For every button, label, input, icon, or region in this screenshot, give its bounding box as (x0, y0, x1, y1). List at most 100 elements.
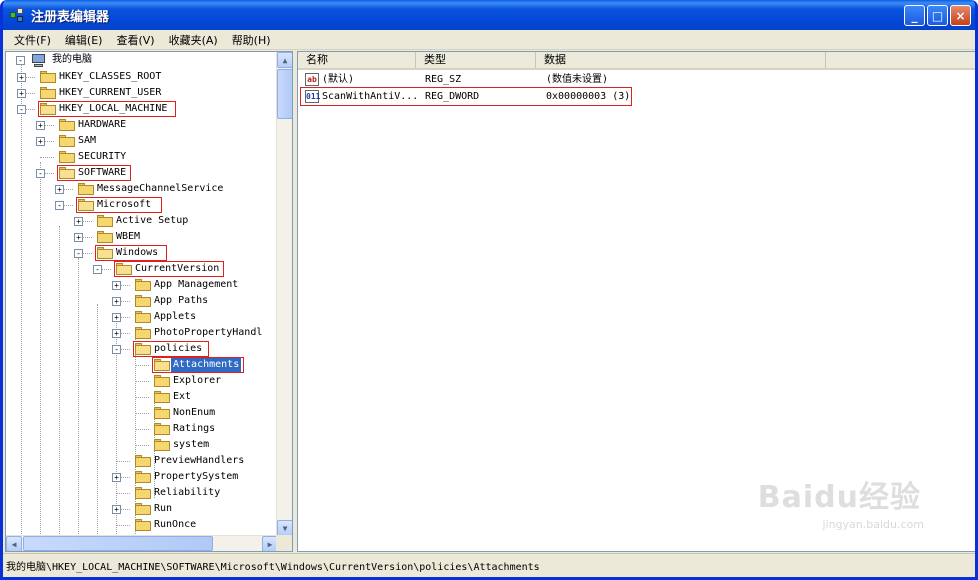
menu-edit[interactable]: 编辑(E) (58, 32, 110, 48)
title-bar[interactable]: 注册表编辑器 _ □ × (3, 0, 975, 30)
tree-node-label[interactable]: HARDWARE (76, 118, 128, 132)
tree-node-label[interactable]: Ratings (171, 422, 217, 436)
folder-icon (154, 375, 170, 387)
tree-highlight-box (38, 101, 176, 117)
expand-icon[interactable]: + (74, 217, 83, 226)
expand-icon[interactable]: + (55, 185, 64, 194)
expand-icon[interactable]: + (112, 505, 121, 514)
value-name: (默认) (322, 74, 355, 85)
expand-icon[interactable]: + (17, 73, 26, 82)
menu-favorites[interactable]: 收藏夹(A) (162, 32, 225, 48)
key-tree-pane[interactable]: - 我的电脑 + HKEY_CLASSES_ROOT + HKEY_CURRENT_U… (5, 51, 293, 552)
tree-root-label[interactable]: 我的电脑 (50, 53, 94, 67)
expand-icon[interactable]: + (36, 121, 45, 130)
value-row[interactable]: ab (默认) REG_SZ (数值未设置) (298, 72, 975, 88)
tree-node-label[interactable]: system (171, 438, 211, 452)
scroll-thumb[interactable] (277, 69, 292, 119)
tree-node-label[interactable]: PhotoPropertyHandl (152, 326, 264, 340)
tree-node-label[interactable]: SAM (76, 134, 98, 148)
tree-node-label[interactable]: PreviewHandlers (152, 454, 246, 468)
menu-view[interactable]: 查看(V) (109, 32, 161, 48)
collapse-icon[interactable]: - (36, 169, 45, 178)
tree-guide-line (59, 226, 60, 534)
tree-node-label[interactable]: NonEnum (171, 406, 217, 420)
collapse-icon[interactable]: - (55, 201, 64, 210)
tree-guide-line (78, 258, 79, 534)
menu-file[interactable]: 文件(F) (7, 32, 58, 48)
folder-icon (135, 503, 151, 515)
column-data[interactable]: 数据 (536, 52, 826, 68)
tree-vertical-scrollbar[interactable]: ▲ ▼ (276, 52, 292, 536)
value-row[interactable]: 011 ScanWithAntiV... REG_DWORD 0x0000000… (298, 87, 975, 106)
folder-icon (135, 311, 151, 323)
tree-node-label[interactable]: WBEM (114, 230, 142, 244)
folder-icon (97, 231, 113, 243)
status-path: 我的电脑\HKEY_LOCAL_MACHINE\SOFTWARE\Microso… (6, 562, 540, 573)
hscroll-thumb[interactable] (23, 536, 213, 551)
folder-icon (135, 471, 151, 483)
tree-guide-line (21, 64, 22, 534)
tree-node-label[interactable]: HKEY_CURRENT_USER (57, 86, 163, 100)
tree-node-label[interactable]: Explorer (171, 374, 223, 388)
expand-icon[interactable]: + (74, 233, 83, 242)
column-type[interactable]: 类型 (416, 52, 536, 68)
tree-node-label[interactable]: App Paths (152, 294, 210, 308)
tree-highlight-box (152, 357, 244, 373)
list-header: 名称 类型 数据 (298, 52, 975, 70)
value-highlight-box (300, 87, 632, 106)
folder-icon (97, 215, 113, 227)
tree-guide-line (116, 493, 130, 494)
tree-guide-line (116, 525, 130, 526)
tree-node-label[interactable]: Run (152, 502, 174, 516)
values-list-pane[interactable]: 名称 类型 数据 ab (默认) REG_SZ (数值未设置) 011 Scan… (297, 51, 975, 552)
tree-node-label[interactable]: Applets (152, 310, 198, 324)
tree-node-label[interactable]: Ext (171, 390, 193, 404)
folder-icon (154, 423, 170, 435)
collapse-icon[interactable]: - (74, 249, 83, 258)
folder-icon (59, 151, 75, 163)
tree-node-label[interactable]: PropertySystem (152, 470, 240, 484)
tree-highlight-box (95, 245, 167, 261)
baidu-watermark: Baidu经验 (757, 480, 921, 515)
menu-bar: 文件(F) 编辑(E) 查看(V) 收藏夹(A) 帮助(H) (3, 30, 975, 50)
folder-icon (154, 407, 170, 419)
string-value-icon: ab (305, 73, 319, 86)
maximize-button[interactable]: □ (927, 5, 948, 26)
minimize-button[interactable]: _ (904, 5, 925, 26)
tree-highlight-box (76, 197, 162, 213)
scrollbar-corner (276, 535, 292, 551)
expand-icon[interactable]: + (112, 329, 121, 338)
tree-node-label[interactable]: Active Setup (114, 214, 190, 228)
tree-guide-line (135, 397, 149, 398)
tree-node-label[interactable]: SECURITY (76, 150, 128, 164)
close-button[interactable]: × (950, 5, 971, 26)
scroll-up-button[interactable]: ▲ (277, 52, 292, 68)
tree-guide-line (135, 445, 149, 446)
tree-node-label[interactable]: Reliability (152, 486, 222, 500)
collapse-icon[interactable]: - (112, 345, 121, 354)
expand-icon[interactable]: + (112, 313, 121, 322)
folder-icon (154, 439, 170, 451)
folder-icon (135, 279, 151, 291)
tree-highlight-box (114, 261, 224, 277)
tree-node-label[interactable]: MessageChannelService (95, 182, 225, 196)
tree-node-label[interactable]: App Management (152, 278, 240, 292)
expand-icon[interactable]: + (17, 89, 26, 98)
collapse-icon[interactable]: - (93, 265, 102, 274)
folder-icon (59, 119, 75, 131)
tree-node-label[interactable]: HKEY_CLASSES_ROOT (57, 70, 163, 84)
menu-help[interactable]: 帮助(H) (225, 32, 278, 48)
folder-icon (135, 327, 151, 339)
expand-icon[interactable]: + (112, 297, 121, 306)
tree-horizontal-scrollbar[interactable]: ◀ ▶ (6, 535, 278, 551)
column-name[interactable]: 名称 (298, 52, 416, 68)
expand-icon[interactable]: + (112, 473, 121, 482)
scroll-left-button[interactable]: ◀ (6, 536, 22, 551)
scroll-down-button[interactable]: ▼ (277, 520, 292, 536)
expand-icon[interactable]: + (112, 281, 121, 290)
status-bar: 我的电脑\HKEY_LOCAL_MACHINE\SOFTWARE\Microso… (3, 553, 975, 577)
expand-icon[interactable]: + (36, 137, 45, 146)
tree-node-label[interactable]: RunOnce (152, 518, 198, 532)
collapse-icon[interactable]: - (17, 105, 26, 114)
folder-icon (78, 183, 94, 195)
